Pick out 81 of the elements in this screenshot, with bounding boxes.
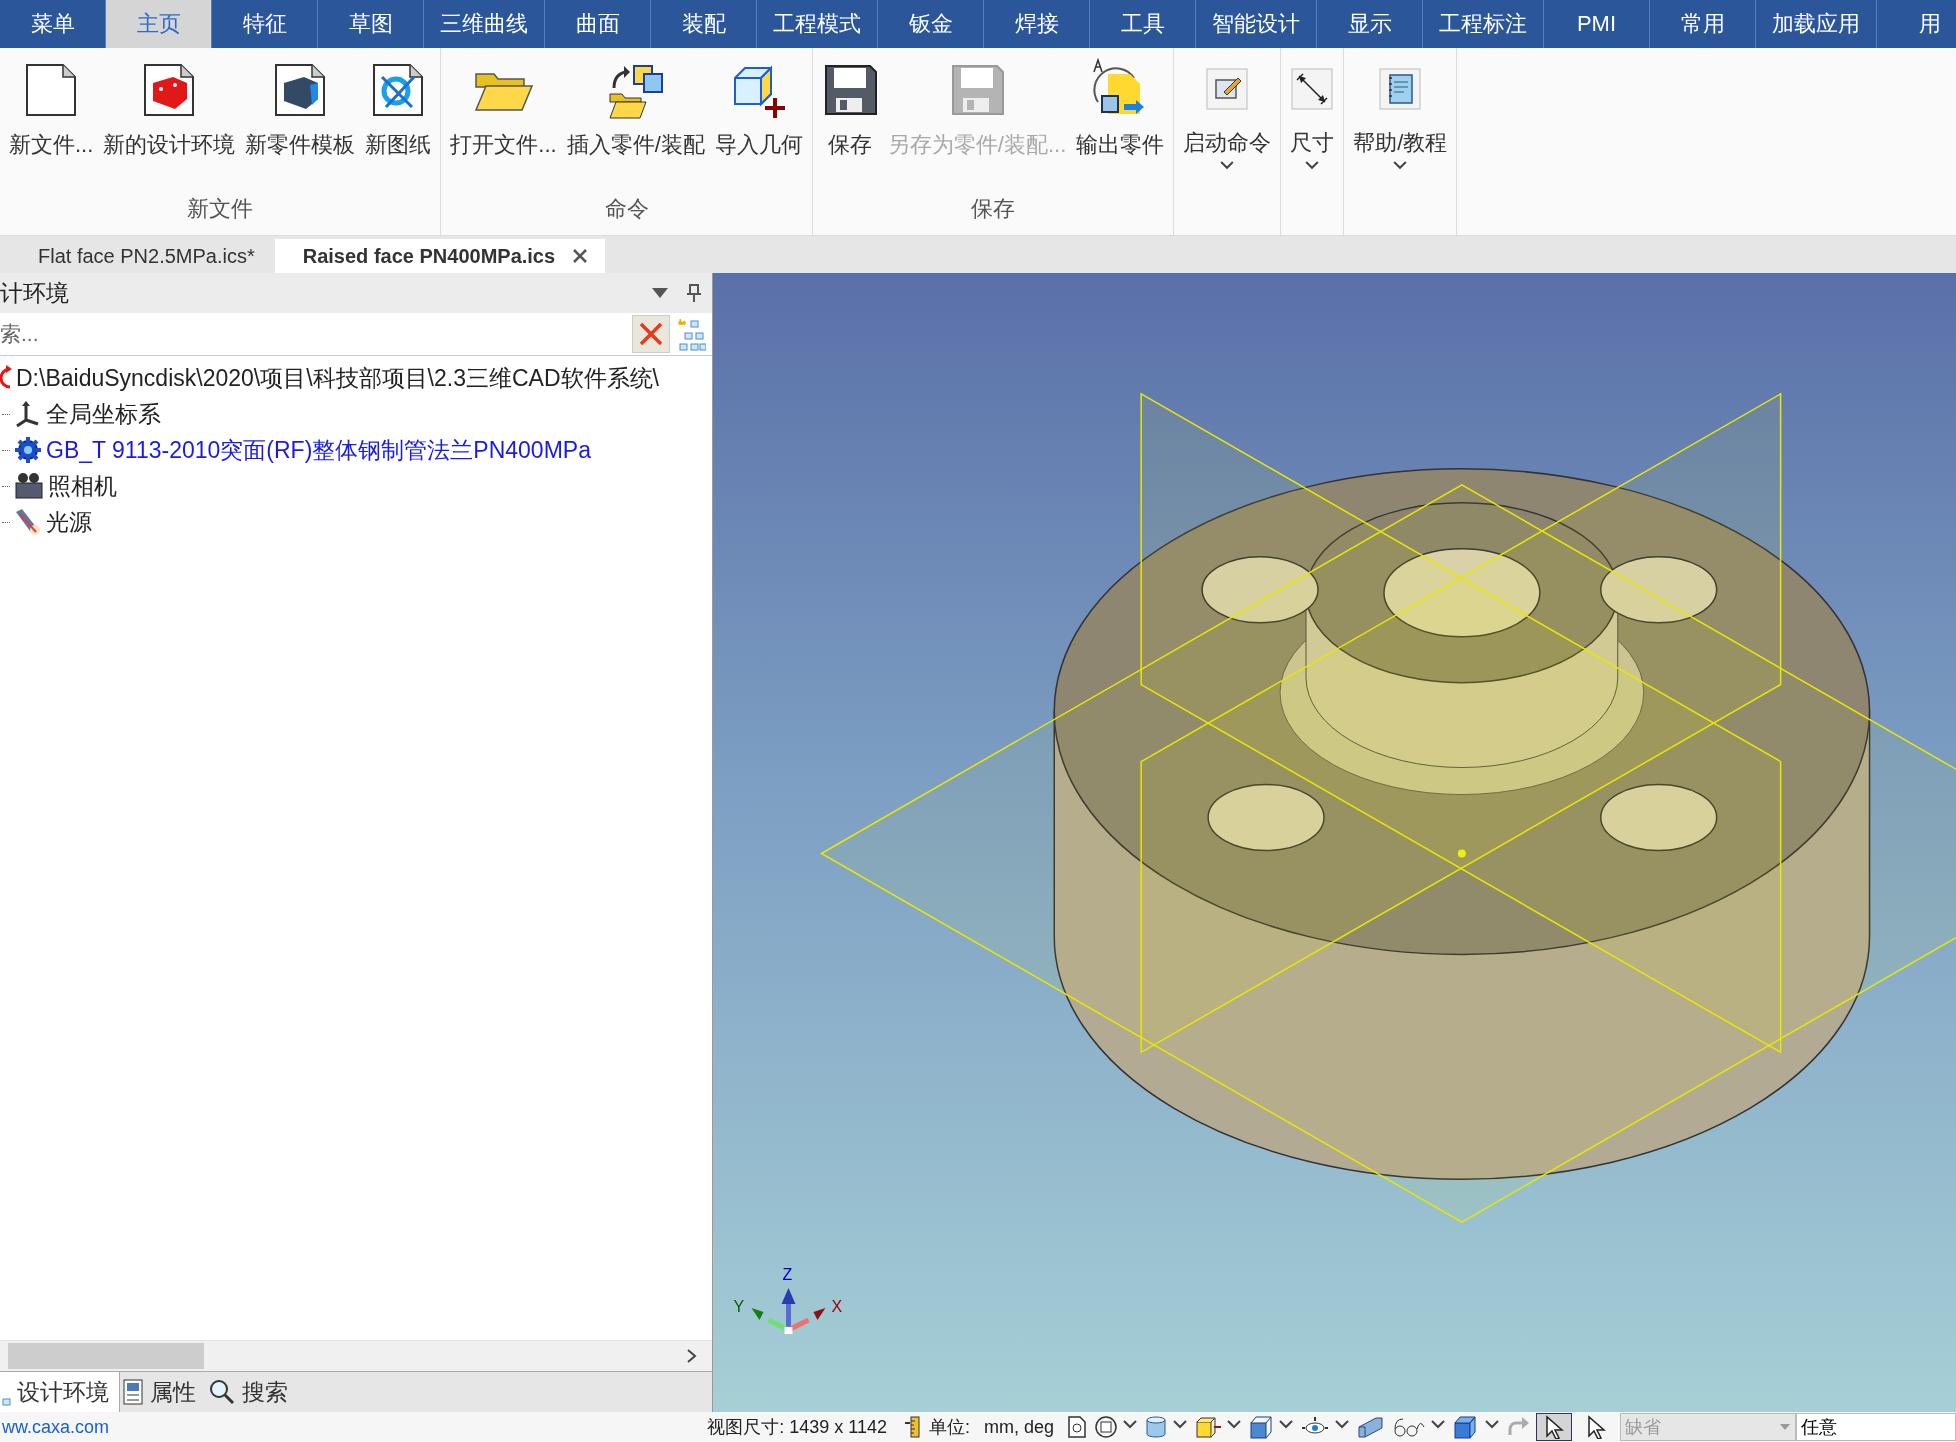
group-label: 新文件 bbox=[186, 195, 255, 223]
caret-icon bbox=[1219, 160, 1236, 170]
ribbon-button[interactable]: 导入几何 bbox=[711, 54, 806, 174]
mode-field[interactable]: 任意 bbox=[1796, 1413, 1956, 1441]
toolbar-button[interactable] bbox=[1452, 1413, 1500, 1441]
ribbon-button[interactable]: 新图纸 bbox=[362, 54, 435, 174]
caret-icon bbox=[1278, 1419, 1294, 1429]
dropdown-arrow-icon bbox=[1779, 1423, 1791, 1431]
tree-icon bbox=[2, 1398, 11, 1406]
caret-icon bbox=[1430, 1419, 1446, 1429]
unit-label: 单位: bbox=[928, 1416, 970, 1439]
caret-icon bbox=[1304, 160, 1321, 170]
clear-button[interactable] bbox=[632, 315, 670, 353]
toolbar-button[interactable] bbox=[1144, 1413, 1188, 1441]
flashlight-icon bbox=[14, 508, 42, 536]
group-label: 命令 bbox=[603, 195, 650, 223]
ribbon-button[interactable]: 插入零件/装配 bbox=[563, 54, 708, 174]
select-pointer-button[interactable] bbox=[1536, 1413, 1572, 1441]
unit-value: mm, deg bbox=[983, 1416, 1054, 1438]
gear-icon bbox=[14, 436, 42, 464]
close-icon bbox=[638, 321, 664, 347]
ribbon-button[interactable]: 新的设计环境 bbox=[100, 54, 239, 174]
square-circle-icon bbox=[1094, 1415, 1118, 1439]
tree-item[interactable]: 照相机 bbox=[48, 470, 117, 502]
scrollbar-thumb[interactable] bbox=[8, 1343, 204, 1369]
pin-icon bbox=[686, 283, 702, 303]
caret-icon bbox=[1334, 1419, 1350, 1429]
menu-tab[interactable]: 主页 bbox=[106, 0, 212, 48]
ribbon-button[interactable]: 打开文件... bbox=[447, 54, 560, 174]
search-icon bbox=[208, 1378, 236, 1406]
refresh-arrow-icon bbox=[0, 365, 12, 391]
tree-item[interactable]: GB_T 9113-2010突面(RF)整体钢制管法兰PN400MPa bbox=[46, 434, 591, 466]
tree-item[interactable]: 光源 bbox=[46, 506, 92, 538]
view-size-text: 视图尺寸: 1439 x 1142 bbox=[707, 1416, 887, 1439]
flange-model-drawing[interactable] bbox=[1053, 468, 1871, 1180]
panel-tab[interactable]: 搜索 bbox=[206, 1372, 298, 1412]
toolbar-button[interactable] bbox=[1094, 1413, 1138, 1441]
box-icon bbox=[1194, 1415, 1222, 1439]
prism-icon bbox=[1356, 1415, 1384, 1439]
panel-tab[interactable]: 设计环境 bbox=[0, 1372, 120, 1412]
axis-triad-icon bbox=[751, 1288, 826, 1335]
pointer-icon bbox=[1544, 1415, 1564, 1439]
panel-tab[interactable]: 属性 bbox=[120, 1372, 206, 1412]
pencil-frame-icon bbox=[1206, 68, 1249, 111]
document-tab[interactable]: Raised face PN400MPa.ics bbox=[274, 239, 606, 273]
caret-icon bbox=[1392, 160, 1409, 170]
cube-icon bbox=[1248, 1415, 1274, 1439]
website-link[interactable]: ww.caxa.com bbox=[0, 1416, 110, 1438]
ribbon-button[interactable]: 新文件... bbox=[6, 54, 97, 174]
ribbon-button[interactable]: 帮助/教程 bbox=[1350, 54, 1451, 174]
axis-label: X bbox=[831, 1298, 843, 1316]
ribbon-button[interactable]: 尺寸 bbox=[1287, 54, 1338, 174]
3d-viewport[interactable]: Z Y X bbox=[713, 273, 1956, 1412]
axis-label: Z bbox=[782, 1266, 793, 1284]
vertical-datum-planes[interactable] bbox=[1140, 392, 1782, 1054]
panel-title: 计环境 bbox=[0, 278, 70, 308]
pointer-icon bbox=[1586, 1415, 1606, 1439]
close-icon bbox=[571, 247, 590, 265]
axis-label: Y bbox=[733, 1298, 745, 1316]
ribbon-button[interactable]: 保存 bbox=[818, 54, 881, 174]
caret-icon bbox=[1226, 1419, 1242, 1429]
dropdown-arrow-icon bbox=[650, 287, 670, 299]
toolbar-button[interactable] bbox=[1066, 1413, 1088, 1441]
caret-icon bbox=[1122, 1419, 1138, 1429]
chevron-right-icon bbox=[686, 1348, 698, 1364]
properties-icon bbox=[122, 1378, 144, 1406]
camera-icon bbox=[14, 472, 44, 500]
tree-item[interactable]: 全局坐标系 bbox=[46, 398, 161, 430]
ribbon-button[interactable]: 输出零件 bbox=[1073, 54, 1168, 174]
caret-icon bbox=[1484, 1419, 1500, 1429]
ribbon-button[interactable]: 新零件模板 bbox=[242, 54, 359, 174]
toolbar-button[interactable] bbox=[1248, 1413, 1294, 1441]
cylinder-icon bbox=[1144, 1415, 1168, 1439]
caret-icon bbox=[1172, 1419, 1188, 1429]
notebook-icon bbox=[1379, 68, 1422, 111]
origin-point bbox=[1457, 849, 1466, 858]
ribbon-button[interactable]: 启动命令 bbox=[1180, 54, 1275, 174]
tree-item[interactable]: D:\BaiduSyncdisk\2020\项目\科技部项目\2.3三维CAD软件系统\ bbox=[16, 362, 659, 394]
page-icon bbox=[1066, 1415, 1088, 1439]
group-label: 保存 bbox=[970, 195, 1017, 223]
tree-structure-icon bbox=[676, 317, 706, 351]
